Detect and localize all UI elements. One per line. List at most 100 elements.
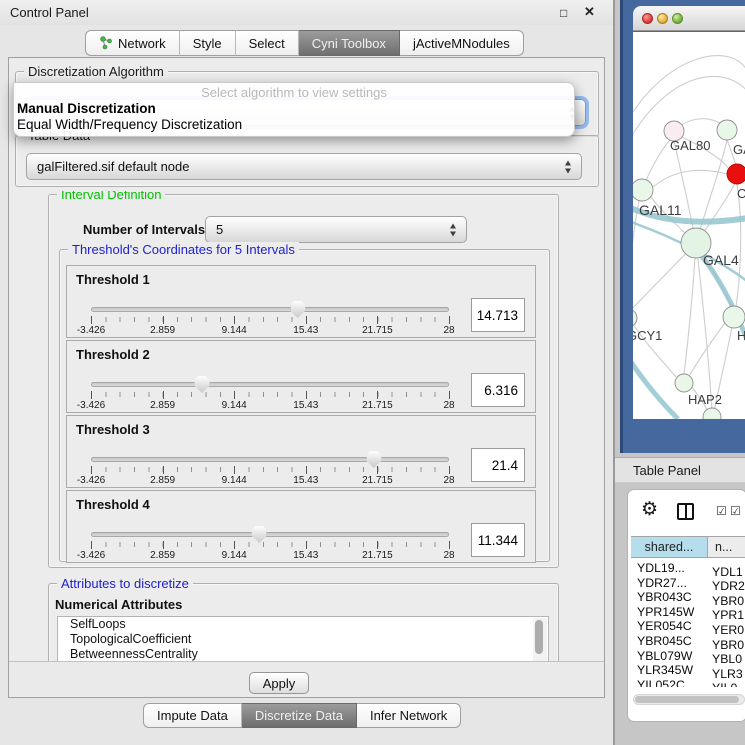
threshold-label: Threshold 2 xyxy=(76,347,150,362)
checkbox-icon[interactable]: ☑ xyxy=(730,504,741,518)
gear-icon[interactable]: ⚙ xyxy=(641,498,658,521)
attributes-group: Attributes to discretize Numerical Attri… xyxy=(48,583,559,661)
scrollbar-thumb[interactable] xyxy=(535,620,543,654)
settings-scroll-area: Interval Definition Number of Intervals … xyxy=(9,191,581,661)
interval-definition-title: Interval Definition xyxy=(57,191,165,202)
threshold-slider[interactable]: -3.426 2.859 9.144 15.43 21.715 28 xyxy=(91,528,449,562)
node-red xyxy=(727,164,745,184)
attribute-item[interactable]: SelfLoops xyxy=(58,617,548,632)
threshold-value-field[interactable]: 21.4 xyxy=(471,448,525,482)
scrollbar-thumb[interactable] xyxy=(635,696,739,703)
table-row[interactable]: YPR145WYPR1 xyxy=(631,605,745,620)
node-label-gal11: GAL11 xyxy=(639,202,682,218)
numerical-attributes-label: Numerical Attributes xyxy=(55,597,182,612)
threshold-panel: Threshold 1 -3.426 xyxy=(66,265,536,338)
slider-thumb[interactable] xyxy=(194,376,209,393)
node-hap2 xyxy=(675,374,693,392)
slider-track[interactable] xyxy=(91,382,449,387)
slider-minor-ticks xyxy=(91,467,449,472)
tab-select[interactable]: Select xyxy=(236,30,299,56)
apply-button[interactable]: Apply xyxy=(249,672,309,694)
threshold-slider[interactable]: -3.426 2.859 9.144 15.43 21.715 28 xyxy=(91,453,449,487)
attributes-list-scrollbar[interactable] xyxy=(533,618,547,661)
node-label-gal4: GAL4 xyxy=(703,252,739,268)
columns-icon[interactable] xyxy=(677,503,694,520)
threshold-value-field[interactable]: 6.316 xyxy=(471,373,525,407)
window-title: Control Panel xyxy=(10,5,89,20)
network-window-titlebar[interactable] xyxy=(633,6,745,31)
tab-discretize-data[interactable]: Discretize Data xyxy=(242,703,357,728)
threshold-slider[interactable]: -3.426 2.859 9.144 15.43 21.715 28 xyxy=(91,378,449,412)
table-row[interactable]: YIL052CYIL0 xyxy=(631,678,745,687)
algorithm-option-manual[interactable]: Manual Discretization xyxy=(14,101,574,117)
control-panel-titlebar: Control Panel □ ✕ xyxy=(0,0,613,25)
slider-track[interactable] xyxy=(91,457,449,462)
table-row[interactable]: YBR043CYBR0 xyxy=(631,590,745,605)
threshold-label: Threshold 1 xyxy=(76,272,150,287)
tab-network[interactable]: Network xyxy=(85,30,180,56)
tab-style[interactable]: Style xyxy=(180,30,236,56)
tab-infer-network[interactable]: Infer Network xyxy=(357,703,461,728)
number-of-intervals-label: Number of Intervals xyxy=(83,222,205,237)
number-of-intervals-value: 5 xyxy=(216,222,223,237)
slider-thumb[interactable] xyxy=(366,451,381,468)
threshold-value-field[interactable]: 11.344 xyxy=(471,523,525,557)
table-panel: ⚙ ☑ ☑ shared... n... YDL19...YDL1 YDR27.… xyxy=(627,489,745,722)
node-label-ga: GA xyxy=(733,142,745,157)
table-horizontal-scrollbar[interactable] xyxy=(633,694,745,705)
attribute-items: SelfLoops TopologicalCoefficient Between… xyxy=(58,617,548,661)
table-row[interactable]: YDL19...YDL1 xyxy=(631,561,745,576)
network-graph: GAL80 GA C GAL11 GAL4 GCY1 H HAP2 xyxy=(633,32,745,419)
threshold-panel: Threshold 2 -3.426 xyxy=(66,340,536,413)
algorithm-dropdown-popup: Select algorithm to view settings Manual… xyxy=(13,82,575,137)
tab-jactivemnodules[interactable]: jActiveMNodules xyxy=(400,30,524,56)
threshold-panel: Threshold 3 -3.426 xyxy=(66,415,536,488)
network-canvas[interactable]: GAL80 GA C GAL11 GAL4 GCY1 H HAP2 xyxy=(633,32,745,419)
table-data-combobox[interactable]: galFiltered.sif default node xyxy=(26,153,582,180)
node-label-c: C xyxy=(737,186,745,201)
tab-cyni-toolbox[interactable]: Cyni Toolbox xyxy=(299,30,400,56)
column-header-shared-name[interactable]: shared... xyxy=(631,537,708,557)
table-panel-title: Table Panel xyxy=(633,463,701,478)
node-label-hap2: HAP2 xyxy=(688,392,722,407)
float-window-icon[interactable]: □ xyxy=(560,6,567,20)
slider-thumb[interactable] xyxy=(252,526,267,543)
table-row[interactable]: YBL079WYBL0 xyxy=(631,649,745,664)
slider-thumb[interactable] xyxy=(290,301,305,318)
thresholds-group-title: Threshold's Coordinates for 5 Intervals xyxy=(68,242,299,257)
network-icon xyxy=(99,36,113,50)
table-panel-header-bar: Table Panel xyxy=(615,457,745,483)
attribute-item[interactable]: TopologicalCoefficient xyxy=(58,632,548,647)
column-header-name[interactable]: n... xyxy=(715,537,732,557)
table-row[interactable]: YER054CYER0 xyxy=(631,619,745,634)
close-icon[interactable]: ✕ xyxy=(584,4,595,20)
algorithm-option-equal-width[interactable]: Equal Width/Frequency Discretization xyxy=(14,117,574,133)
numerical-attributes-list[interactable]: SelfLoops TopologicalCoefficient Between… xyxy=(57,616,549,661)
table-row[interactable]: YDR27...YDR2 xyxy=(631,576,745,591)
thresholds-group: Threshold's Coordinates for 5 Intervals … xyxy=(59,249,550,562)
combo-stepper-icon xyxy=(564,160,573,173)
minimize-traffic-light-icon[interactable] xyxy=(657,13,668,24)
table-header-row: shared... n... xyxy=(631,536,745,558)
control-panel-tabs: Network Style Select Cyni Toolbox jActiv… xyxy=(85,30,524,56)
table-row[interactable]: YLR345WYLR3 xyxy=(631,663,745,678)
threshold-value-field[interactable]: 14.713 xyxy=(471,298,525,332)
slider-minor-ticks xyxy=(91,392,449,397)
close-traffic-light-icon[interactable] xyxy=(642,13,653,24)
number-of-intervals-combobox[interactable]: 5 xyxy=(205,216,467,243)
node-top-right xyxy=(717,120,737,140)
combo-stepper-icon xyxy=(449,223,458,236)
slider-track[interactable] xyxy=(91,532,449,537)
zoom-traffic-light-icon[interactable] xyxy=(672,13,683,24)
checkbox-icon[interactable]: ☑ xyxy=(716,504,727,518)
tab-network-label: Network xyxy=(118,36,166,51)
tab-impute-data[interactable]: Impute Data xyxy=(143,703,242,728)
node-label-gcy1: GCY1 xyxy=(633,328,662,343)
network-view-window: GAL80 GA C GAL11 GAL4 GCY1 H HAP2 xyxy=(620,0,745,453)
attribute-item[interactable]: BetweennessCentrality xyxy=(58,647,548,661)
threshold-slider[interactable]: -3.426 2.859 9.144 15.43 21.715 28 xyxy=(91,303,449,337)
slider-track[interactable] xyxy=(91,307,449,312)
discretization-algorithm-title: Discretization Algorithm xyxy=(24,64,168,79)
table-row[interactable]: YBR045CYBR0 xyxy=(631,634,745,649)
threshold-panel: Threshold 4 -3.426 xyxy=(66,490,536,563)
